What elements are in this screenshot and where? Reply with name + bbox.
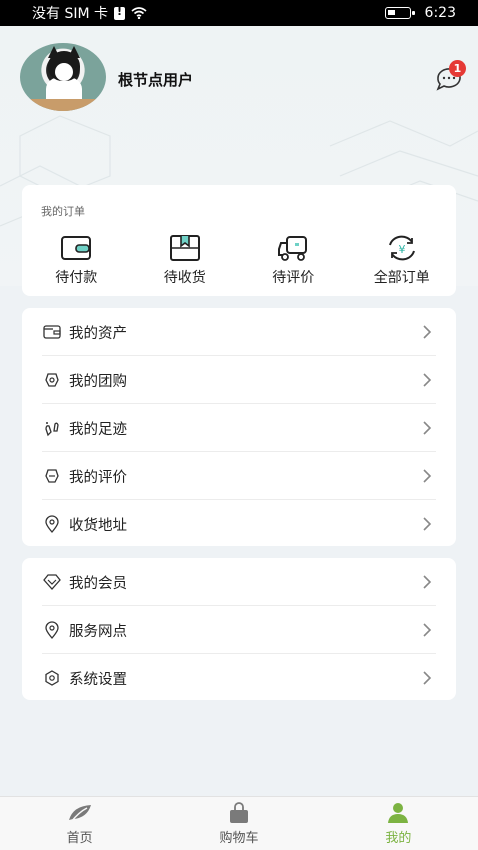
order-label: 待付款 xyxy=(55,270,98,286)
order-pending-receipt[interactable]: 待收货 xyxy=(131,233,240,287)
chevron-right-icon xyxy=(423,671,432,685)
leaf-icon xyxy=(68,804,91,822)
menu-item-label: 我的足迹 xyxy=(69,421,127,438)
sim-alert-icon xyxy=(114,5,125,20)
menu-item-label: 我的资产 xyxy=(69,325,127,342)
order-label: 待评价 xyxy=(272,270,315,286)
yuan-refresh-icon: ¥ xyxy=(388,235,415,261)
avatar[interactable] xyxy=(20,43,106,111)
clock-text: 6:23 xyxy=(424,5,456,21)
review-icon xyxy=(45,469,59,483)
tab-label: 首页 xyxy=(66,830,93,846)
chevron-right-icon xyxy=(423,575,432,589)
location-pin-icon xyxy=(45,621,59,639)
location-pin-icon xyxy=(45,515,59,533)
tab-label: 购物车 xyxy=(219,830,259,846)
menu-item-footprint[interactable]: 我的足迹 xyxy=(42,404,456,452)
package-icon xyxy=(169,235,200,261)
menu-item-membership[interactable]: 我的会员 xyxy=(42,558,456,606)
menu-item-address[interactable]: 收货地址 xyxy=(42,500,456,548)
group-buy-icon xyxy=(45,373,59,387)
carrier-text: 没有 SIM 卡 xyxy=(32,6,108,22)
menu-item-group-buy[interactable]: 我的团购 xyxy=(42,356,456,404)
menu-group-settings: 我的会员 服务网点 系统设置 xyxy=(22,558,456,700)
chevron-right-icon xyxy=(423,421,432,435)
order-all[interactable]: ¥ 全部订单 xyxy=(348,233,457,287)
tab-label: 我的 xyxy=(385,830,412,846)
svg-text:¥: ¥ xyxy=(398,243,405,256)
tab-cart[interactable]: 购物车 xyxy=(159,797,318,850)
menu-item-assets[interactable]: 我的资产 xyxy=(42,308,456,356)
diamond-icon xyxy=(43,574,61,590)
footprint-icon xyxy=(45,422,59,437)
chevron-right-icon xyxy=(423,517,432,531)
menu-item-service-points[interactable]: 服务网点 xyxy=(42,606,456,654)
orders-title: 我的订单 xyxy=(41,205,85,218)
username[interactable]: 根节点用户 xyxy=(118,69,193,90)
menu-item-label: 系统设置 xyxy=(69,671,127,688)
order-pending-payment[interactable]: 待付款 xyxy=(22,233,131,287)
order-label: 全部订单 xyxy=(373,270,430,286)
truck-icon xyxy=(278,236,308,261)
chevron-right-icon xyxy=(423,373,432,387)
tab-home[interactable]: 首页 xyxy=(0,797,159,850)
bottom-tab-bar: 首页 购物车 我的 xyxy=(0,796,478,850)
orders-card: 我的订单 待付款 待收货 待评价 ¥ 全部订单 xyxy=(22,185,456,296)
order-pending-review[interactable]: 待评价 xyxy=(239,233,348,287)
settings-icon xyxy=(45,670,59,686)
menu-item-reviews[interactable]: 我的评价 xyxy=(42,452,456,500)
menu-group-account: 我的资产 我的团购 我的足迹 我的评价 收货地址 xyxy=(22,308,456,546)
menu-item-label: 我的评价 xyxy=(69,469,127,486)
wallet-outline-icon xyxy=(43,325,61,339)
bag-icon xyxy=(229,801,248,823)
menu-item-label: 我的团购 xyxy=(69,373,127,390)
tab-mine[interactable]: 我的 xyxy=(319,797,478,850)
chevron-right-icon xyxy=(423,469,432,483)
battery-icon xyxy=(384,7,415,19)
menu-item-label: 收货地址 xyxy=(69,517,127,534)
menu-item-label: 我的会员 xyxy=(69,575,127,592)
wifi-icon xyxy=(131,7,147,19)
chevron-right-icon xyxy=(423,325,432,339)
order-label: 待收货 xyxy=(163,270,206,286)
chevron-right-icon xyxy=(423,623,432,637)
menu-item-label: 服务网点 xyxy=(69,623,127,640)
wallet-icon xyxy=(61,236,92,260)
person-icon xyxy=(388,802,409,823)
status-bar: 没有 SIM 卡 6:23 xyxy=(0,0,478,26)
menu-item-settings[interactable]: 系统设置 xyxy=(42,654,456,702)
message-badge: 1 xyxy=(449,60,466,77)
